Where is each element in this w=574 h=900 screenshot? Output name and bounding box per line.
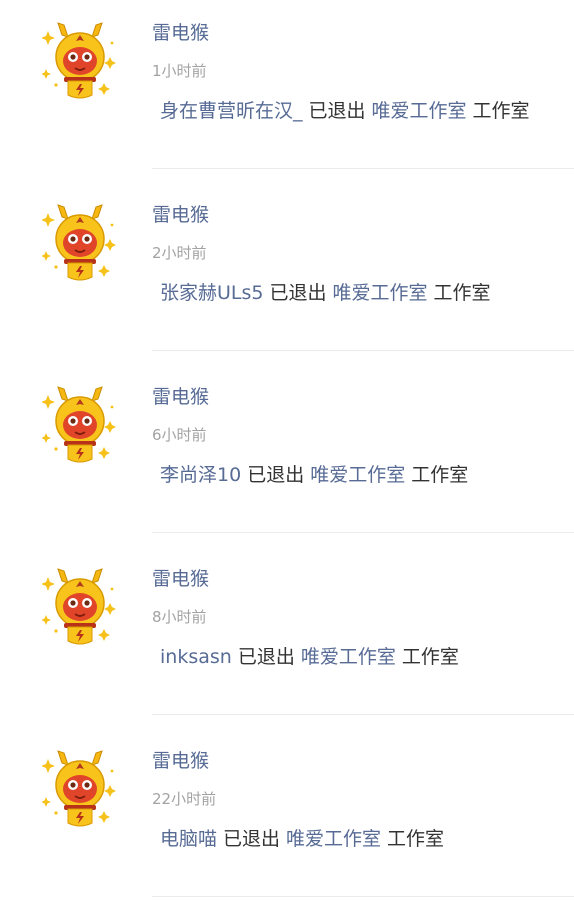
- activity-text: 身在曹营昕在汉_ 已退出 唯爱工作室 工作室: [160, 97, 530, 125]
- feed-item: 雷电猴 8小时前 inksasn 已退出 唯爱工作室 工作室: [0, 546, 574, 728]
- username[interactable]: 雷电猴: [152, 748, 209, 774]
- studio-suffix: 工作室: [387, 828, 445, 850]
- studio-suffix: 工作室: [433, 282, 491, 304]
- feed-item: 雷电猴 6小时前 李尚泽10 已退出 唯爱工作室 工作室: [0, 364, 574, 546]
- feed-item: 雷电猴 1小时前 身在曹营昕在汉_ 已退出 唯爱工作室 工作室: [0, 0, 574, 182]
- username[interactable]: 雷电猴: [152, 20, 209, 46]
- studio-link[interactable]: 唯爱工作室: [301, 646, 396, 668]
- activity-text: 李尚泽10 已退出 唯爱工作室 工作室: [160, 461, 468, 489]
- thunder-monkey-avatar-icon: [42, 204, 116, 281]
- activity-text: 电脑喵 已退出 唯爱工作室 工作室: [160, 825, 444, 853]
- member-link[interactable]: inksasn: [160, 646, 232, 668]
- activity-text: inksasn 已退出 唯爱工作室 工作室: [160, 643, 459, 671]
- studio-link[interactable]: 唯爱工作室: [310, 464, 405, 486]
- activity-feed: 雷电猴 1小时前 身在曹营昕在汉_ 已退出 唯爱工作室 工作室 雷电猴 2小时前…: [0, 0, 574, 900]
- divider: [152, 168, 574, 169]
- feed-item: 雷电猴 2小时前 张家赫ULs5 已退出 唯爱工作室 工作室: [0, 182, 574, 364]
- studio-link[interactable]: 唯爱工作室: [333, 282, 428, 304]
- timestamp: 22小时前: [152, 790, 217, 808]
- divider: [152, 532, 574, 533]
- thunder-monkey-avatar-icon: [42, 386, 116, 463]
- avatar[interactable]: [42, 745, 118, 829]
- action-text: 已退出: [223, 828, 281, 850]
- username[interactable]: 雷电猴: [152, 202, 209, 228]
- member-link[interactable]: 身在曹营昕在汉_: [160, 100, 303, 122]
- thunder-monkey-avatar-icon: [42, 568, 116, 645]
- action-text: 已退出: [269, 282, 327, 304]
- thunder-monkey-avatar-icon: [42, 750, 116, 827]
- timestamp: 8小时前: [152, 608, 207, 626]
- username[interactable]: 雷电猴: [152, 384, 209, 410]
- divider: [152, 350, 574, 351]
- feed-item: 雷电猴 22小时前 电脑喵 已退出 唯爱工作室 工作室: [0, 728, 574, 900]
- action-text: 已退出: [247, 464, 305, 486]
- studio-suffix: 工作室: [411, 464, 469, 486]
- avatar[interactable]: [42, 563, 118, 647]
- member-link[interactable]: 李尚泽10: [160, 464, 241, 486]
- studio-suffix: 工作室: [472, 100, 530, 122]
- avatar[interactable]: [42, 381, 118, 465]
- timestamp: 1小时前: [152, 62, 207, 80]
- timestamp: 2小时前: [152, 244, 207, 262]
- member-link[interactable]: 张家赫ULs5: [160, 282, 263, 304]
- studio-link[interactable]: 唯爱工作室: [372, 100, 467, 122]
- action-text: 已退出: [237, 646, 295, 668]
- action-text: 已退出: [308, 100, 366, 122]
- studio-link[interactable]: 唯爱工作室: [286, 828, 381, 850]
- member-link[interactable]: 电脑喵: [160, 828, 217, 850]
- username[interactable]: 雷电猴: [152, 566, 209, 592]
- activity-text: 张家赫ULs5 已退出 唯爱工作室 工作室: [160, 279, 491, 307]
- avatar[interactable]: [42, 199, 118, 283]
- studio-suffix: 工作室: [401, 646, 459, 668]
- divider: [152, 714, 574, 715]
- thunder-monkey-avatar-icon: [42, 22, 116, 99]
- timestamp: 6小时前: [152, 426, 207, 444]
- divider: [152, 896, 574, 897]
- avatar[interactable]: [42, 17, 118, 101]
